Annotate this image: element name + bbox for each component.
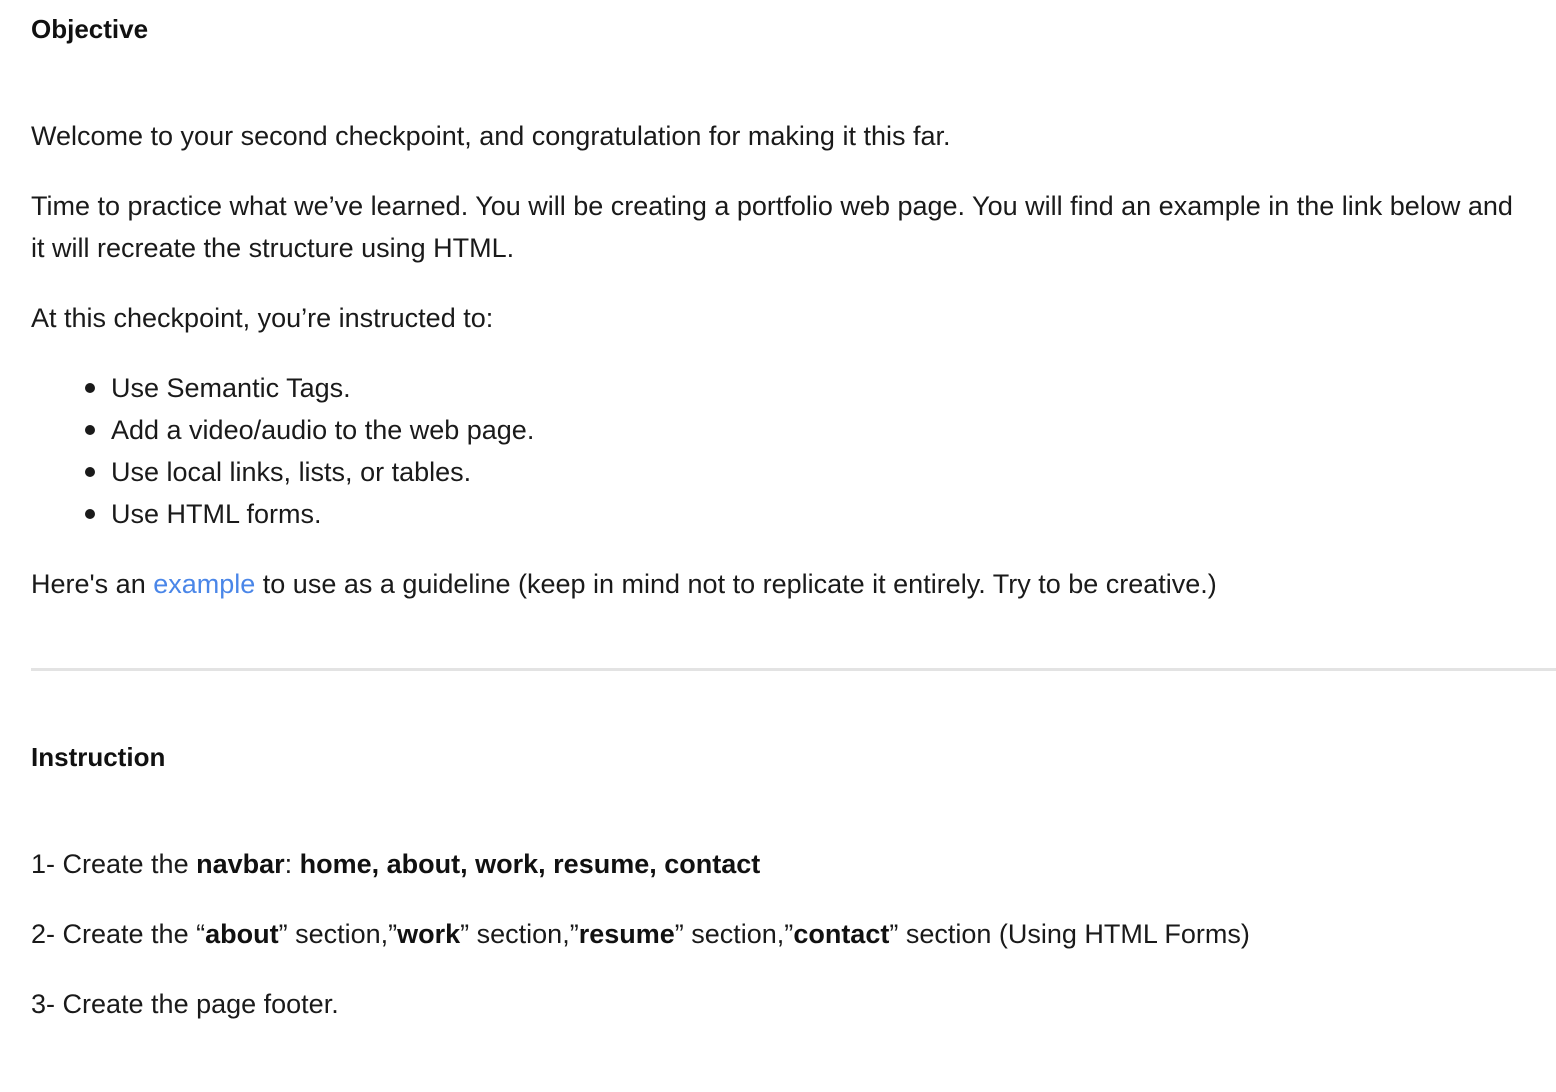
step-2-work: work: [397, 919, 461, 949]
guideline-text-after: to use as a guideline (keep in mind not …: [255, 569, 1217, 599]
example-link[interactable]: example: [153, 569, 255, 599]
list-item: Add a video/audio to the web page.: [31, 409, 534, 451]
list-item-text: Use Semantic Tags.: [111, 373, 351, 403]
step-2-contact: contact: [793, 919, 890, 949]
step-2-mid-2: ” section,”: [460, 919, 579, 949]
step-1-colon: :: [284, 849, 300, 879]
step-3: 3- Create the page footer.: [31, 989, 339, 1019]
step-1-navbar: navbar: [196, 849, 285, 879]
bullet-icon: [85, 425, 95, 435]
step-2-resume: resume: [578, 919, 675, 949]
guideline-paragraph: Here's an example to use as a guideline …: [31, 563, 1217, 605]
welcome-paragraph: Welcome to your second checkpoint, and c…: [31, 121, 951, 151]
list-item-text: Use HTML forms.: [111, 499, 322, 529]
section-divider: [31, 668, 1556, 671]
step-1: 1- Create the navbar: home, about, work,…: [31, 843, 760, 885]
step-2: 2- Create the “about” section,”work” sec…: [31, 913, 1250, 955]
objective-heading: Objective: [31, 14, 149, 44]
practice-paragraph: Time to practice what we’ve learned. You…: [31, 191, 1513, 263]
list-item: Use local links, lists, or tables.: [31, 451, 534, 493]
step-1-prefix: 1- Create the: [31, 849, 197, 879]
step-1-items: home, about, work, resume, contact: [299, 849, 761, 879]
requirements-list: Use Semantic Tags. Add a video/audio to …: [31, 367, 534, 535]
step-2-mid-1: ” section,”: [278, 919, 398, 949]
list-item: Use Semantic Tags.: [31, 367, 534, 409]
bullet-icon: [85, 467, 95, 477]
list-item-text: Add a video/audio to the web page.: [111, 415, 535, 445]
list-item-text: Use local links, lists, or tables.: [111, 457, 472, 487]
bullet-icon: [85, 383, 95, 393]
guideline-text-before: Here's an: [31, 569, 154, 599]
list-item: Use HTML forms.: [31, 493, 534, 535]
bullet-icon: [85, 509, 95, 519]
step-2-about: about: [205, 919, 279, 949]
instruction-heading: Instruction: [31, 742, 166, 772]
step-2-prefix: 2- Create the “: [31, 919, 206, 949]
step-2-suffix: ” section (Using HTML Forms): [889, 919, 1250, 949]
instructed-paragraph: At this checkpoint, you’re instructed to…: [31, 303, 494, 333]
step-2-mid-3: ” section,”: [674, 919, 794, 949]
